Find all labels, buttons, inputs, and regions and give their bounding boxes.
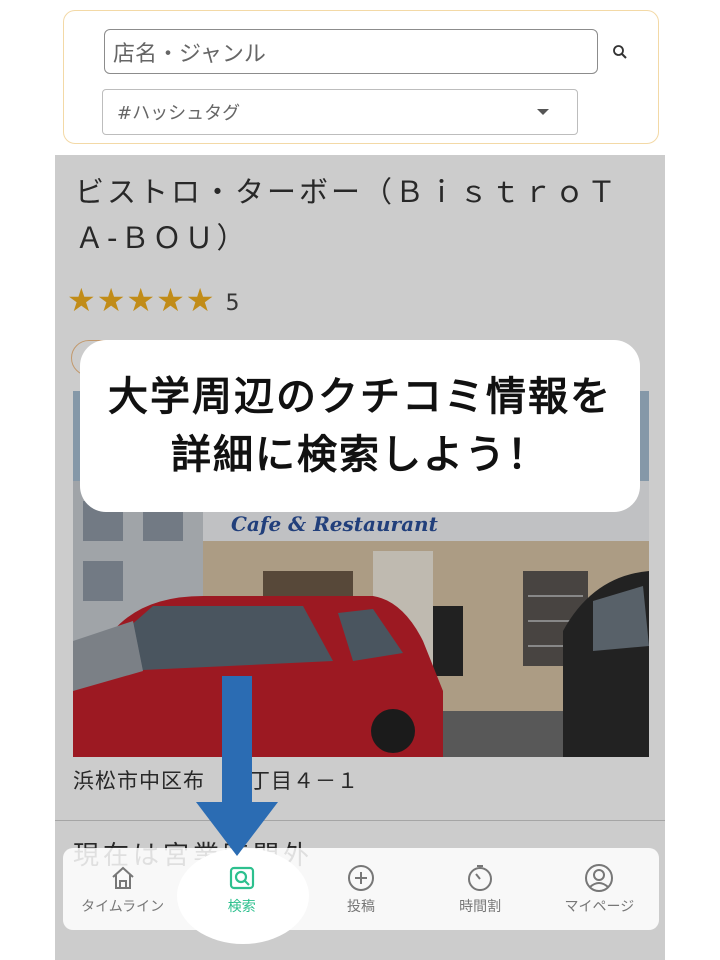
sign-text: Cafe & Restaurant — [231, 512, 439, 536]
nav-bottom-area — [63, 932, 659, 960]
nav-item-search[interactable]: 検索 — [176, 848, 309, 944]
nav-label-search: 検索 — [227, 899, 256, 915]
nav-label-timeline: タイムライン — [81, 899, 165, 915]
rating-value: 5 — [225, 291, 240, 316]
nav-label-timetable: 時間割 — [459, 899, 502, 915]
search-icon — [229, 866, 254, 890]
user-circle-icon — [585, 864, 614, 892]
star-icon: ★ — [156, 280, 185, 319]
hashtag-select-value: #ハッシュタグ — [117, 103, 241, 124]
bottom-navigation: タイムライン 検索 投稿 時間割 マイページ — [63, 848, 659, 944]
store-name: ビストロ・ターボー（ＢｉｓｔｒｏＴＡ-ＢＯＵ） — [75, 175, 620, 255]
nav-item-timeline[interactable]: タイムライン — [68, 862, 178, 916]
search-input[interactable]: 店名・ジャンル — [104, 29, 598, 74]
star-icon: ★ — [185, 280, 215, 319]
chevron-down-icon — [537, 109, 549, 115]
arrow-down-icon — [196, 676, 278, 856]
nav-item-post[interactable]: 投稿 — [306, 862, 416, 916]
star-icon: ★ — [96, 280, 126, 319]
tutorial-callout: 大学周辺のクチコミ情報を 詳細に検索しよう！ — [80, 340, 640, 512]
search-input-placeholder: 店名・ジャンル — [113, 41, 266, 67]
home-icon — [111, 866, 134, 889]
star-icon: ★ — [126, 280, 156, 319]
callout-line-1: 大学周辺のクチコミ情報を — [108, 374, 612, 420]
nav-label-post: 投稿 — [346, 899, 375, 915]
hashtag-select[interactable]: #ハッシュタグ — [102, 89, 578, 135]
store-detail: ビストロ・ターボー（ＢｉｓｔｒｏＴＡ-ＢＯＵ） ★ ★ ★ ★ ★ 5 Cafe… — [55, 155, 665, 960]
timer-icon — [468, 865, 493, 891]
star-icon: ★ — [67, 280, 96, 319]
search-panel: 店名・ジャンル #ハッシュタグ — [63, 10, 659, 144]
plus-circle-icon — [347, 865, 374, 891]
search-icon[interactable] — [605, 37, 635, 67]
callout-line-2: 詳細に検索しよう！ — [171, 432, 549, 478]
rating-stars: ★ ★ ★ ★ ★ 5 — [67, 280, 240, 319]
divider — [55, 820, 665, 821]
nav-item-mypage[interactable]: マイページ — [544, 862, 654, 916]
nav-label-mypage: マイページ — [564, 899, 635, 915]
nav-item-timetable[interactable]: 時間割 — [425, 862, 535, 916]
